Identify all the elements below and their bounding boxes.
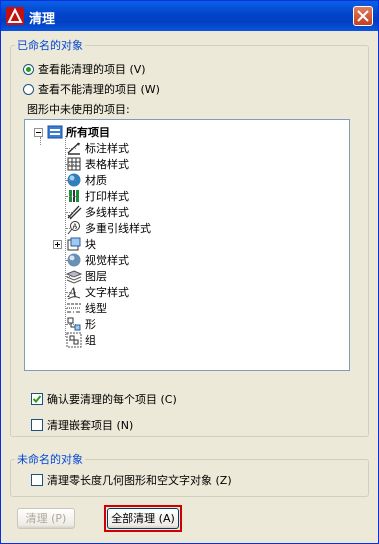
purge-nested-label: 清理嵌套项目 (N) bbox=[47, 419, 134, 432]
radio-view-nonpurgeable[interactable]: 查看不能清理的项目 (W) bbox=[23, 81, 160, 97]
tree-root[interactable]: 所有项目 bbox=[34, 124, 110, 140]
tree-item-linetype[interactable]: 线型 bbox=[66, 300, 107, 316]
close-button[interactable] bbox=[353, 6, 373, 26]
checkmark-icon bbox=[32, 395, 42, 403]
radio-view-nonpurgeable-label: 查看不能清理的项目 (W) bbox=[38, 83, 160, 96]
zero-length-checkbox-box[interactable] bbox=[31, 474, 43, 486]
tree-item-label: 材质 bbox=[85, 174, 107, 187]
tree-item-label: 块 bbox=[85, 238, 96, 251]
tree-item-group[interactable]: 组 bbox=[66, 332, 96, 348]
tree-item-label: 形 bbox=[85, 318, 96, 331]
tree-item-block[interactable]: 块 bbox=[53, 236, 96, 252]
purge-dialog: 清理 已命名的对象 查看能清理的项目 (V) 查看不能清理的项目 (W) 图形中… bbox=[0, 0, 379, 544]
tree-item-label: 标注样式 bbox=[85, 142, 129, 155]
purge-button[interactable]: 清理 (P) bbox=[17, 508, 75, 529]
autocad-app-icon bbox=[6, 7, 24, 25]
expand-icon[interactable] bbox=[53, 239, 62, 249]
confirm-each-label: 确认要清理的每个项目 (C) bbox=[47, 393, 177, 406]
purge-all-highlight bbox=[104, 505, 182, 532]
tree-root-label: 所有项目 bbox=[66, 126, 110, 139]
svg-text:A: A bbox=[73, 223, 78, 231]
tree-item-label: 组 bbox=[85, 334, 96, 347]
zero-length-checkbox[interactable]: 清理零长度几何图形和空文字对象 (Z) bbox=[31, 472, 232, 488]
tree-item-mleaderstyle[interactable]: A 多重引线样式 bbox=[66, 220, 151, 236]
tree-item-tablestyle[interactable]: 表格样式 bbox=[66, 156, 129, 172]
named-objects-legend: 已命名的对象 bbox=[17, 39, 83, 52]
tree-label: 图形中未使用的项目: bbox=[27, 103, 130, 116]
tree-item-label: 打印样式 bbox=[85, 190, 129, 203]
radio-view-purgeable[interactable]: 查看能清理的项目 (V) bbox=[23, 61, 146, 77]
tree-item-label: 文字样式 bbox=[85, 286, 129, 299]
collapse-icon[interactable] bbox=[34, 127, 43, 137]
all-items-icon bbox=[47, 125, 63, 139]
svg-text:A: A bbox=[67, 286, 77, 300]
tree-item-dimstyle[interactable]: 标注样式 bbox=[66, 140, 129, 156]
tree-item-layer[interactable]: 图层 bbox=[66, 268, 107, 284]
close-icon bbox=[357, 10, 369, 22]
tree-item-mlinestyle[interactable]: 多线样式 bbox=[66, 204, 129, 220]
tree-item-visualstyle[interactable]: 视觉样式 bbox=[66, 252, 129, 268]
tree-item-plotstyle[interactable]: 打印样式 bbox=[66, 188, 129, 204]
unused-items-tree[interactable]: 所有项目 标注样式 表格样式 材质 打印样式 多线样式 A 多重引线样式 块 视… bbox=[24, 119, 350, 371]
tree-item-shape[interactable]: 形 bbox=[66, 316, 96, 332]
confirm-each-checkbox[interactable]: 确认要清理的每个项目 (C) bbox=[31, 391, 177, 407]
tree-item-label: 图层 bbox=[85, 270, 107, 283]
tree-item-material[interactable]: 材质 bbox=[66, 172, 107, 188]
tree-item-label: 线型 bbox=[85, 302, 107, 315]
purge-nested-checkbox[interactable]: 清理嵌套项目 (N) bbox=[31, 417, 133, 433]
tree-item-label: 视觉样式 bbox=[85, 254, 129, 267]
tree-item-label: 多重引线样式 bbox=[85, 222, 151, 235]
unnamed-objects-legend: 未命名的对象 bbox=[17, 453, 83, 466]
zero-length-label: 清理零长度几何图形和空文字对象 (Z) bbox=[47, 474, 232, 487]
radio-dot[interactable] bbox=[23, 83, 34, 95]
tree-item-label: 多线样式 bbox=[85, 206, 129, 219]
tree-item-textstyle[interactable]: A 文字样式 bbox=[66, 284, 129, 300]
radio-view-purgeable-label: 查看能清理的项目 (V) bbox=[38, 63, 146, 76]
block-icon bbox=[67, 237, 81, 251]
confirm-checkbox-box[interactable] bbox=[31, 393, 43, 405]
nested-checkbox-box[interactable] bbox=[31, 419, 43, 431]
window-title: 清理 bbox=[29, 12, 56, 27]
title-bar[interactable]: 清理 bbox=[1, 1, 378, 31]
tree-item-label: 表格样式 bbox=[85, 158, 129, 171]
radio-dot-selected[interactable] bbox=[23, 63, 34, 75]
